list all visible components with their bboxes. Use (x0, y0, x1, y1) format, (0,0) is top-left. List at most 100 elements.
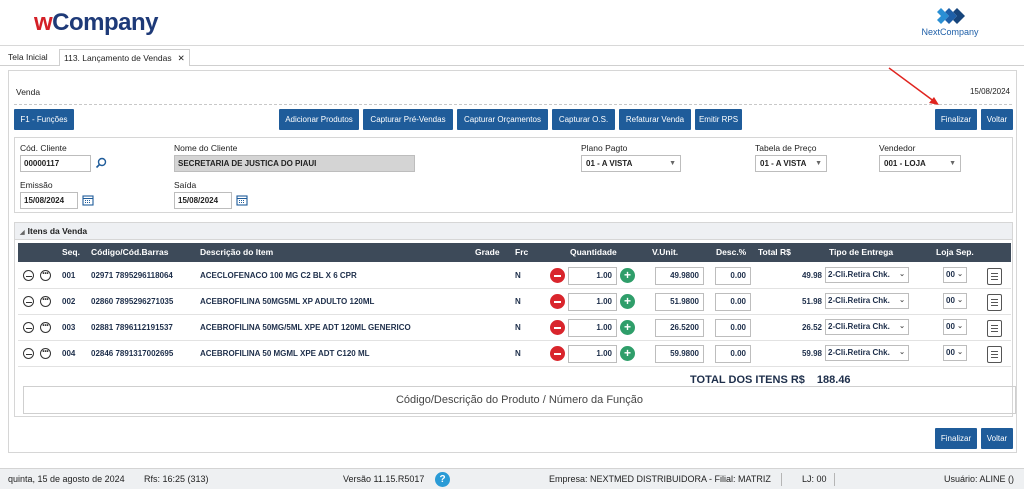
chevron-down-icon: ⌄ (899, 323, 905, 330)
store-select[interactable]: 00 ⌄ (943, 345, 967, 361)
increase-quantity-icon[interactable]: + (620, 320, 635, 335)
store-value: 00 (946, 296, 955, 305)
increase-quantity-icon[interactable]: + (620, 268, 635, 283)
finalize-button[interactable]: Finalizar (935, 109, 977, 130)
col-quantity[interactable]: Quantidade (570, 243, 617, 262)
tab-sales-entry[interactable]: 113. Lançamento de Vendas ✕ (59, 49, 190, 66)
more-options-icon[interactable]: ••• (40, 348, 51, 359)
back-button[interactable]: Voltar (981, 109, 1013, 130)
payment-plan-select[interactable]: 01 - A VISTA ▼ (581, 155, 681, 172)
delivery-type-value: 2-Cli.Retira Chk. (828, 348, 890, 357)
section-title: Venda (16, 87, 41, 97)
client-code-label: Cód. Cliente (20, 143, 67, 153)
quantity-input[interactable]: 1.00 (568, 319, 617, 337)
product-search-input[interactable]: Código/Descrição do Produto / Número da … (23, 386, 1016, 414)
status-version: Versão 11.15.R5017 (343, 474, 425, 484)
search-icon[interactable] (95, 157, 107, 169)
help-icon[interactable]: ? (435, 472, 450, 487)
row-seq: 003 (62, 323, 76, 332)
more-options-icon[interactable]: ••• (40, 322, 51, 333)
more-options-icon[interactable]: ••• (40, 296, 51, 307)
document-icon[interactable] (987, 294, 1002, 311)
document-icon[interactable] (987, 346, 1002, 363)
store-select[interactable]: 00 ⌄ (943, 267, 967, 283)
delivery-type-select[interactable]: 2-Cli.Retira Chk. ⌄ (825, 319, 909, 335)
remove-item-icon[interactable] (23, 348, 34, 359)
store-select[interactable]: 00 ⌄ (943, 293, 967, 309)
row-code: 02971 7895296118064 (91, 271, 173, 280)
increase-quantity-icon[interactable]: + (620, 294, 635, 309)
discount-input[interactable]: 0.00 (715, 267, 751, 285)
footer-back-button[interactable]: Voltar (981, 428, 1013, 449)
delivery-type-select[interactable]: 2-Cli.Retira Chk. ⌄ (825, 267, 909, 283)
items-total: TOTAL DOS ITENS R$ 188.46 (690, 374, 851, 386)
issue-date-input[interactable]: 15/08/2024 (20, 192, 78, 209)
capture-pre-sales-button[interactable]: Capturar Pré-Vendas (363, 109, 453, 130)
price-table-value: 01 - A VISTA (760, 159, 807, 168)
remove-item-icon[interactable] (23, 322, 34, 333)
unit-price-input[interactable]: 51.9800 (655, 293, 704, 311)
divider (781, 473, 782, 486)
tab-sales-entry-label: 113. Lançamento de Vendas (64, 53, 172, 63)
col-grade[interactable]: Grade (475, 243, 500, 262)
chevron-down-icon: ▼ (815, 160, 822, 167)
functions-button[interactable]: F1 - Funções (14, 109, 74, 130)
delivery-type-select[interactable]: 2-Cli.Retira Chk. ⌄ (825, 293, 909, 309)
quantity-input[interactable]: 1.00 (568, 293, 617, 311)
document-icon[interactable] (987, 320, 1002, 337)
chevron-down-icon: ⌄ (957, 349, 963, 356)
client-name-field: SECRETARIA DE JUSTICA DO PIAUI (174, 155, 415, 172)
more-options-icon[interactable]: ••• (40, 270, 51, 281)
seller-select[interactable]: 001 - LOJA ▼ (879, 155, 961, 172)
capture-service-orders-button[interactable]: Capturar O.S. (552, 109, 615, 130)
unit-price-input[interactable]: 26.5200 (655, 319, 704, 337)
items-section-title: Itens da Venda (27, 226, 88, 236)
tab-close-icon[interactable]: ✕ (178, 53, 185, 63)
discount-input[interactable]: 0.00 (715, 293, 751, 311)
capture-quotes-button[interactable]: Capturar Orçamentos (457, 109, 548, 130)
col-discount[interactable]: Desc.% (716, 243, 746, 262)
status-rfs: Rfs: 16:25 (313) (144, 474, 209, 484)
col-store[interactable]: Loja Sep. (936, 243, 974, 262)
col-delivery-type[interactable]: Tipo de Entrega (829, 243, 893, 262)
delivery-type-select[interactable]: 2-Cli.Retira Chk. ⌄ (825, 345, 909, 361)
chevron-down-icon: ⌄ (899, 271, 905, 278)
status-date: quinta, 15 de agosto de 2024 (8, 474, 125, 484)
decrease-quantity-icon[interactable] (550, 346, 565, 361)
sale-form: Cód. Cliente 00000117 Nome do Cliente SE… (14, 137, 1013, 213)
exit-date-input[interactable]: 15/08/2024 (174, 192, 232, 209)
unit-price-input[interactable]: 59.9800 (655, 345, 704, 363)
tab-home[interactable]: Tela Inicial (4, 49, 52, 66)
quantity-input[interactable]: 1.00 (568, 267, 617, 285)
col-code[interactable]: Código/Cód.Barras (91, 243, 168, 262)
col-unit-price[interactable]: V.Unit. (652, 243, 678, 262)
emit-rps-button[interactable]: Emitir RPS (695, 109, 742, 130)
row-description: ACECLOFENACO 100 MG C2 BL X 6 CPR (200, 271, 357, 280)
client-code-input[interactable]: 00000117 (20, 155, 91, 172)
calendar-icon[interactable] (82, 194, 94, 206)
quantity-input[interactable]: 1.00 (568, 345, 617, 363)
remove-item-icon[interactable] (23, 296, 34, 307)
increase-quantity-icon[interactable]: + (620, 346, 635, 361)
issue-date-label: Emissão (20, 180, 53, 190)
discount-input[interactable]: 0.00 (715, 319, 751, 337)
decrease-quantity-icon[interactable] (550, 268, 565, 283)
document-icon[interactable] (987, 268, 1002, 285)
decrease-quantity-icon[interactable] (550, 294, 565, 309)
store-select[interactable]: 00 ⌄ (943, 319, 967, 335)
discount-input[interactable]: 0.00 (715, 345, 751, 363)
rebill-sale-button[interactable]: Refaturar Venda (619, 109, 691, 130)
calendar-icon[interactable] (236, 194, 248, 206)
col-frc[interactable]: Frc (515, 243, 528, 262)
col-description[interactable]: Descrição do Item (200, 243, 273, 262)
chevron-down-icon: ⌄ (957, 271, 963, 278)
col-total[interactable]: Total R$ (758, 243, 791, 262)
remove-item-icon[interactable] (23, 270, 34, 281)
price-table-select[interactable]: 01 - A VISTA ▼ (755, 155, 827, 172)
add-products-button[interactable]: Adicionar Produtos (279, 109, 359, 130)
decrease-quantity-icon[interactable] (550, 320, 565, 335)
footer-finalize-button[interactable]: Finalizar (935, 428, 977, 449)
col-seq[interactable]: Seq. (62, 243, 80, 262)
items-section-header[interactable]: ◢ Itens da Venda (15, 223, 1012, 240)
unit-price-input[interactable]: 49.9800 (655, 267, 704, 285)
